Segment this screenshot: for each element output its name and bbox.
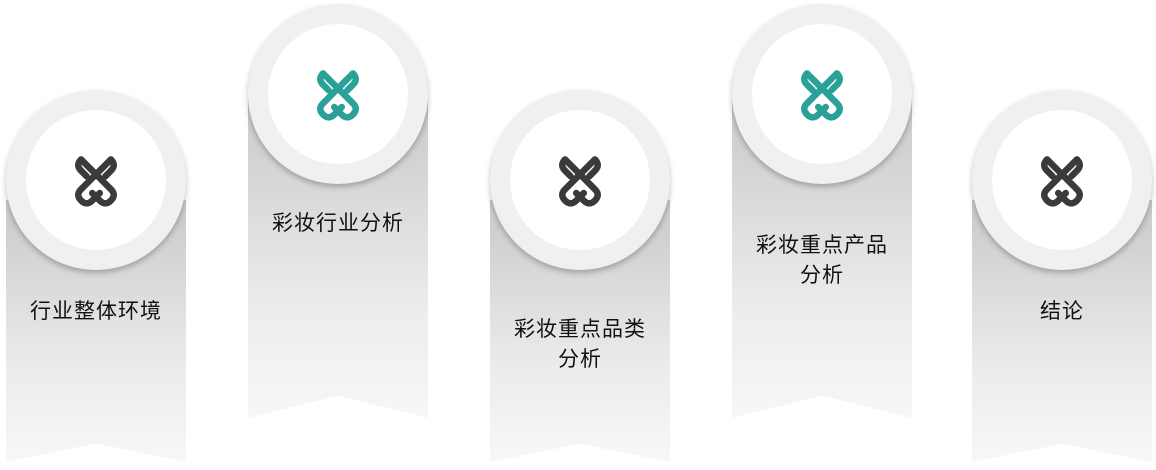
circle-badge-4 (732, 4, 912, 184)
link-knot-icon (559, 156, 601, 207)
link-knot-icon (801, 70, 843, 121)
circle-badge-1 (6, 90, 186, 270)
label-2: 彩妆行业分析 (272, 211, 404, 235)
label-5: 结论 (1040, 299, 1084, 323)
circle-badge-5 (972, 90, 1152, 270)
circle-badge-2 (248, 4, 428, 184)
link-knot-icon (1041, 156, 1083, 207)
link-knot-icon (75, 156, 117, 207)
link-knot-icon (317, 70, 359, 121)
circle-badge-3 (490, 90, 670, 270)
label-1: 行业整体环境 (30, 299, 162, 323)
label-3: 彩妆重点品类 分析 (514, 317, 646, 371)
label-4: 彩妆重点产品 分析 (756, 233, 888, 287)
